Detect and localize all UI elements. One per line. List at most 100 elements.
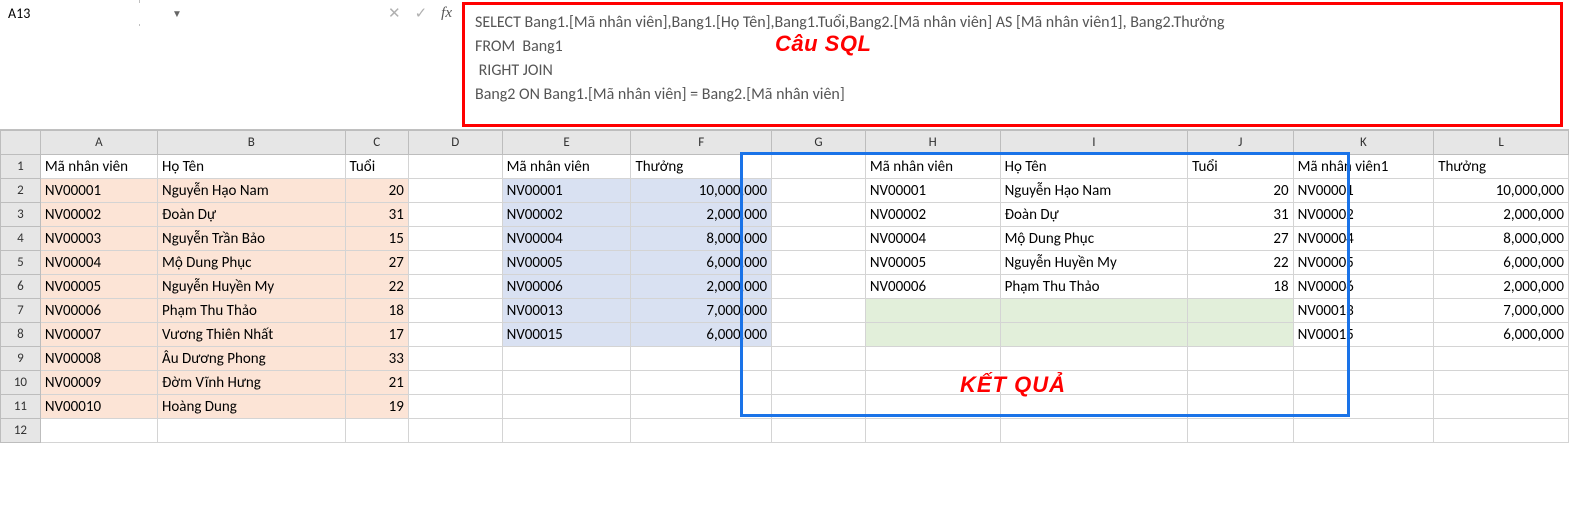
row-header[interactable]: 8 [1,323,41,347]
name-box-dropdown[interactable]: ▼ [172,7,182,20]
cell[interactable]: 31 [1188,203,1293,227]
col-header[interactable]: G [772,131,866,155]
cell[interactable] [631,419,772,443]
cell[interactable]: Họ Tên [1000,155,1188,179]
cell[interactable]: NV00001 [40,179,157,203]
cell[interactable] [865,299,1000,323]
cell[interactable] [1000,395,1188,419]
cell[interactable] [1000,371,1188,395]
cell[interactable] [1188,323,1293,347]
cell[interactable]: NV00001 [1293,179,1434,203]
cell[interactable] [1000,347,1188,371]
col-header[interactable]: H [865,131,1000,155]
cell[interactable]: NV00002 [865,203,1000,227]
cell[interactable]: 6,000,000 [1434,251,1569,275]
col-header[interactable]: C [345,131,408,155]
cell[interactable]: NV00004 [865,227,1000,251]
row-header[interactable]: 7 [1,299,41,323]
cell[interactable]: NV00015 [502,323,631,347]
cell[interactable] [772,275,866,299]
cancel-icon[interactable]: ✕ [388,4,401,23]
cell[interactable]: 2,000,000 [1434,203,1569,227]
cell[interactable] [1434,395,1569,419]
row-header[interactable]: 2 [1,179,41,203]
cell[interactable] [502,419,631,443]
cell[interactable]: 15 [345,227,408,251]
row-header[interactable]: 9 [1,347,41,371]
cell[interactable] [1188,347,1293,371]
cell[interactable]: 6,000,000 [1434,323,1569,347]
cell[interactable] [408,251,502,275]
cell[interactable] [1293,371,1434,395]
cell[interactable] [865,395,1000,419]
cell[interactable]: NV00004 [502,227,631,251]
cell[interactable]: NV00006 [502,275,631,299]
cell[interactable]: Đờm Vĩnh Hưng [158,371,346,395]
col-header[interactable]: K [1293,131,1434,155]
cell[interactable]: NV00007 [40,323,157,347]
cell[interactable]: NV00008 [40,347,157,371]
spreadsheet-grid[interactable]: A B C D E F G H I J K L 1 Mã nhân viên H… [0,130,1569,443]
cell[interactable] [772,179,866,203]
cell[interactable]: Tuổi [345,155,408,179]
cell[interactable]: NV00001 [502,179,631,203]
cell[interactable] [631,371,772,395]
cell[interactable]: Mã nhân viên [502,155,631,179]
cell[interactable] [1000,323,1188,347]
cell[interactable]: Mộ Dung Phục [1000,227,1188,251]
cell[interactable]: NV00004 [1293,227,1434,251]
cell[interactable]: 17 [345,323,408,347]
cell[interactable]: 6,000,000 [631,323,772,347]
cell[interactable]: Đoàn Dự [1000,203,1188,227]
cell[interactable]: Nguyễn Hạo Nam [158,179,346,203]
row-header[interactable]: 12 [1,419,41,443]
cell[interactable]: Mã nhân viên1 [1293,155,1434,179]
cell[interactable]: 18 [345,299,408,323]
cell[interactable] [865,347,1000,371]
cell[interactable] [1188,371,1293,395]
cell[interactable]: Tuổi [1188,155,1293,179]
cell[interactable]: 27 [1188,227,1293,251]
cell[interactable] [772,347,866,371]
cell[interactable] [408,203,502,227]
cell[interactable]: 22 [345,275,408,299]
cell[interactable]: NV00005 [40,275,157,299]
cell[interactable] [1000,299,1188,323]
cell[interactable] [40,419,157,443]
cell[interactable]: Thưởng [631,155,772,179]
cell[interactable]: 7,000,000 [631,299,772,323]
cell[interactable]: NV00003 [40,227,157,251]
cell[interactable]: Nguyễn Hạo Nam [1000,179,1188,203]
cell[interactable] [631,395,772,419]
cell[interactable]: 21 [345,371,408,395]
cell[interactable] [772,155,866,179]
cell[interactable]: NV00002 [1293,203,1434,227]
col-header[interactable]: F [631,131,772,155]
cell[interactable]: NV00010 [40,395,157,419]
cell[interactable]: Mã nhân viên [865,155,1000,179]
cell[interactable]: Nguyễn Trần Bảo [158,227,346,251]
cell[interactable]: NV00001 [865,179,1000,203]
row-header[interactable]: 6 [1,275,41,299]
cell[interactable] [408,347,502,371]
cell[interactable] [772,203,866,227]
cell[interactable]: NV00005 [502,251,631,275]
cell[interactable]: NV00005 [1293,251,1434,275]
cell[interactable] [1188,419,1293,443]
cell[interactable]: 2,000,000 [631,203,772,227]
cell[interactable]: NV00002 [40,203,157,227]
cell[interactable] [408,299,502,323]
cell[interactable]: 19 [345,395,408,419]
cell[interactable] [772,371,866,395]
cell[interactable]: NV00005 [865,251,1000,275]
cell[interactable] [631,347,772,371]
cell[interactable] [1434,347,1569,371]
cell[interactable]: 18 [1188,275,1293,299]
col-header[interactable]: A [40,131,157,155]
cell[interactable]: 2,000,000 [631,275,772,299]
col-header[interactable]: L [1434,131,1569,155]
cell[interactable]: NV00002 [502,203,631,227]
col-header[interactable]: J [1188,131,1293,155]
cell[interactable]: Mộ Dung Phục [158,251,346,275]
cell[interactable]: NV00006 [40,299,157,323]
